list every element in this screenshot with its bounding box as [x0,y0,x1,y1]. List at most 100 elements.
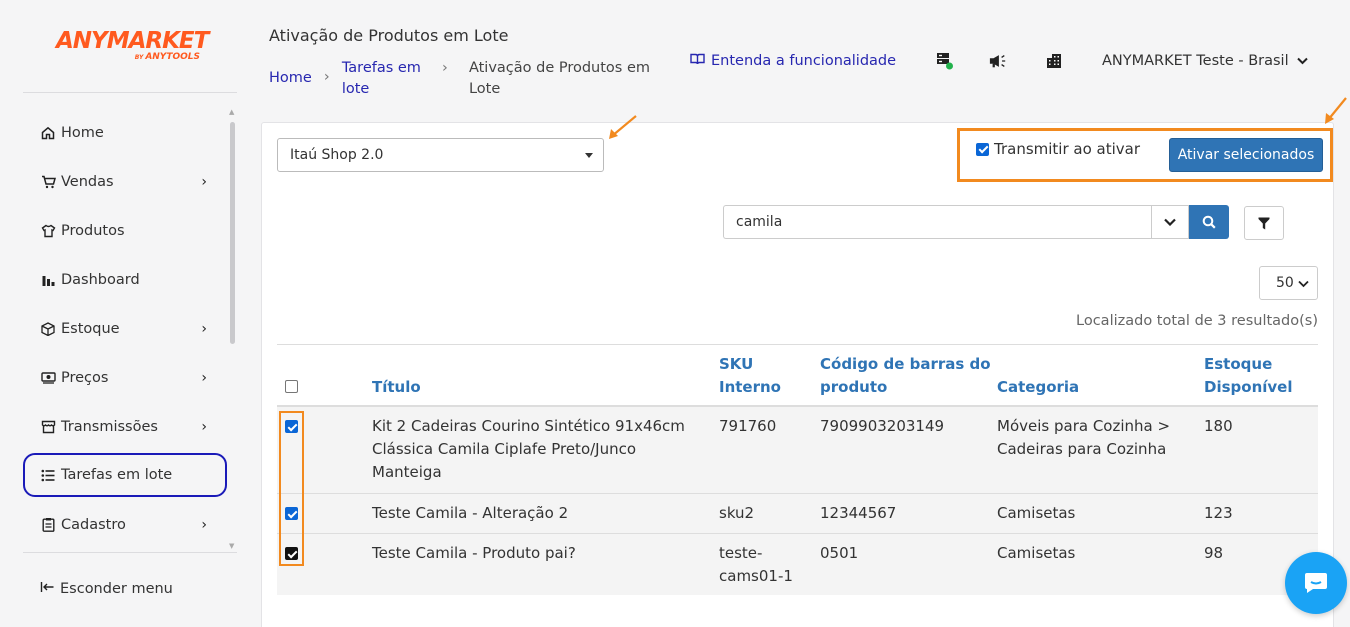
chevron-right-icon: › [201,173,207,190]
chat-icon [1305,573,1327,593]
sidebar-item-label: Home [61,124,104,141]
help-link-label: Entenda a funcionalidade [711,53,897,69]
breadcrumb-current: Ativação de Produtos em Lote [468,60,651,97]
search-input[interactable]: camila [723,205,1151,239]
cell-stock: 98 [1204,544,1224,562]
breadcrumb: Home › Tarefas em lote › Ativação de Pro… [269,58,650,100]
store-icon [40,419,56,435]
cell-sku: 791760 [719,417,777,435]
sidebar-item-transmissoes[interactable]: Transmissões › [23,402,227,451]
breadcrumb-separator-icon: › [442,60,448,76]
sidebar-item-vendas[interactable]: Vendas › [23,157,227,206]
search-button[interactable] [1189,205,1229,239]
sidebar-item-estoque[interactable]: Estoque › [23,304,227,353]
sidebar-scrollbar[interactable]: ▲ ▼ [229,108,235,552]
result-count: Localizado total de 3 resultado(s) [1076,313,1318,329]
building-icon[interactable] [1045,52,1063,70]
sidebar-item-dashboard[interactable]: Dashboard [23,255,227,304]
box-icon [40,321,56,337]
scroll-down-icon[interactable]: ▼ [229,542,234,550]
cell-category: Móveis para Cozinha > Cadeiras para Cozin… [997,417,1171,458]
transmit-checkbox[interactable] [976,142,989,156]
col-header-stock[interactable]: Estoque Disponível [1204,353,1292,399]
search-options-button[interactable] [1151,205,1189,239]
chevron-right-icon: › [201,369,207,386]
chevron-down-icon [1296,54,1308,69]
col-header-category[interactable]: Categoria [997,376,1079,399]
cell-category: Camisetas [997,504,1076,522]
account-name: ANYMARKET Teste - Brasil [1102,53,1289,69]
search-icon [1202,215,1216,229]
products-table: Título SKU Interno Código de barras do pro… [277,344,1318,595]
chevron-right-icon: › [201,418,207,435]
activate-selected-button[interactable]: Ativar selecionados [1169,138,1323,172]
cell-barcode: 7909903203149 [820,417,945,435]
sidebar-item-label: Vendas [61,173,114,190]
sidebar-item-label: Produtos [61,222,125,239]
breadcrumb-separator-icon: › [323,69,330,85]
scroll-thumb[interactable] [230,122,235,344]
transmit-checkbox-label[interactable]: Transmitir ao ativar [976,140,1140,158]
sidebar-item-produtos[interactable]: Produtos [23,206,227,255]
channel-select[interactable]: Itaú Shop 2.0 [277,138,604,172]
annotation-arrow-icon [1325,97,1347,124]
hide-menu-button[interactable]: Esconder menu [40,581,173,597]
book-icon [690,53,705,69]
page-size-value: 50 [1276,275,1294,291]
filter-button[interactable] [1244,206,1284,240]
shirt-icon [40,223,56,239]
money-icon [40,370,56,386]
arrow-left-icon [40,581,55,597]
search-bar: camila [723,205,1229,239]
chevron-right-icon: › [201,320,207,337]
cell-title: Kit 2 Cadeiras Courino Sintético 91x46cm… [372,417,685,481]
select-all-checkbox[interactable] [285,380,298,393]
list-icon [40,467,56,483]
account-dropdown[interactable]: ANYMARKET Teste - Brasil [1102,53,1308,69]
help-link[interactable]: Entenda a funcionalidade [690,53,896,69]
cell-stock: 123 [1204,504,1233,522]
sidebar-item-label: Estoque [61,320,120,337]
table-row[interactable]: Kit 2 Cadeiras Courino Sintético 91x46cm… [277,407,1318,494]
col-header-barcode[interactable]: Código de barras do produto [820,353,991,399]
cell-sku: sku2 [719,504,755,522]
table-row[interactable]: Teste Camila - Produto pai? teste-cams01… [277,534,1318,595]
clipboard-icon [40,517,56,533]
transmit-label: Transmitir ao ativar [994,140,1141,158]
table-row[interactable]: Teste Camila - Alteração 2 sku2 12344567… [277,494,1318,534]
sidebar-item-home[interactable]: Home [23,108,227,157]
cell-title: Teste Camila - Produto pai? [372,544,576,562]
sidebar-item-precos[interactable]: Preços › [23,353,227,402]
cart-icon [40,174,56,190]
table-header: Título SKU Interno Código de barras do pro… [277,344,1318,407]
sidebar-item-cadastro[interactable]: Cadastro › [23,500,227,549]
col-header-title[interactable]: Título [372,376,421,399]
page-title: Ativação de Produtos em Lote [269,26,509,45]
chevron-down-icon [1164,218,1176,226]
server-status-icon[interactable] [936,52,954,70]
sidebar-item-label: Dashboard [61,271,140,288]
chevron-down-icon [1298,278,1309,291]
cell-barcode: 12344567 [820,504,897,522]
cell-stock: 180 [1204,417,1233,435]
breadcrumb-home[interactable]: Home [269,58,312,100]
cell-category: Camisetas [997,544,1076,562]
scroll-up-icon[interactable]: ▲ [229,108,234,116]
sidebar-nav: Home Vendas › Produtos Dashboard Estoque… [23,108,227,549]
megaphone-icon[interactable] [989,52,1007,70]
chat-button[interactable] [1285,552,1347,614]
channel-select-value: Itaú Shop 2.0 [290,147,384,163]
cell-sku: teste-cams01-1 [719,544,793,585]
annotation-highlight [279,411,304,566]
breadcrumb-tarefas[interactable]: Tarefas em lote [342,58,421,100]
anymarket-logo[interactable]: ANYMARKET BY ANYTOOLS [56,28,209,62]
sidebar-item-label: Tarefas em lote [61,467,173,483]
home-icon [40,125,56,141]
sidebar-item-label: Transmissões [61,418,158,435]
sidebar-divider [23,92,237,93]
sidebar-item-label: Cadastro [61,516,126,533]
page-size-select[interactable]: 50 [1259,266,1318,300]
annotation-arrow-icon [609,115,637,139]
col-header-sku[interactable]: SKU Interno [719,353,781,399]
sidebar-item-tarefas-em-lote[interactable]: Tarefas em lote [23,453,227,497]
